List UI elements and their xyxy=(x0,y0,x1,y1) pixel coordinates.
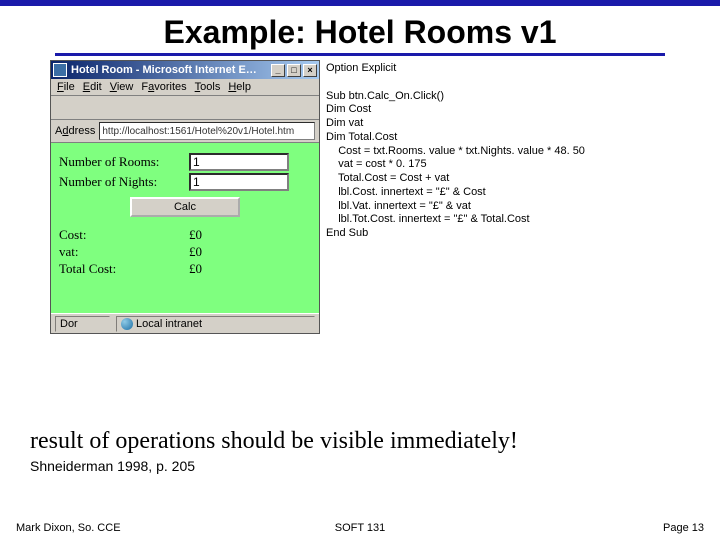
browser-toolbar xyxy=(51,96,319,120)
status-right-text: Local intranet xyxy=(136,318,202,330)
slide-top-bar xyxy=(0,0,720,6)
footer-center: SOFT 131 xyxy=(335,522,386,534)
code-line: lbl.Vat. innertext = "£" & vat xyxy=(326,200,471,212)
footer-right: Page 13 xyxy=(663,522,704,534)
calc-button[interactable]: Calc xyxy=(130,197,240,217)
code-line: Dim vat xyxy=(326,117,363,129)
menu-edit[interactable]: Edit xyxy=(83,81,102,93)
rooms-input[interactable] xyxy=(189,153,289,171)
rooms-row: Number of Rooms: xyxy=(59,153,311,171)
browser-addressbar: Address http://localhost:1561/Hotel%20v1… xyxy=(51,120,319,143)
address-url: http://localhost:1561/Hotel%20v1/Hotel.h… xyxy=(102,126,294,137)
citation-text: Shneiderman 1998, p. 205 xyxy=(30,458,195,474)
menu-favorites[interactable]: Favorites xyxy=(141,81,186,93)
calc-row: Calc xyxy=(59,197,311,217)
menu-file[interactable]: File xyxy=(57,81,75,93)
address-input[interactable]: http://localhost:1561/Hotel%20v1/Hotel.h… xyxy=(99,122,315,140)
cost-row: Cost: £0 xyxy=(59,227,311,243)
maximize-button[interactable]: □ xyxy=(287,64,301,77)
nights-row: Number of Nights: xyxy=(59,173,311,191)
address-label: Address xyxy=(55,125,95,137)
toolbar-stop-button[interactable] xyxy=(103,98,123,118)
minimize-button[interactable]: _ xyxy=(271,64,285,77)
code-line: vat = cost * 0. 175 xyxy=(326,158,427,170)
nights-input[interactable] xyxy=(189,173,289,191)
close-button[interactable]: × xyxy=(303,64,317,77)
code-line: Dim Cost xyxy=(326,103,371,115)
total-row: Total Cost: £0 xyxy=(59,261,311,277)
code-line: Dim Total.Cost xyxy=(326,131,397,143)
browser-statusbar: Dor Local intranet xyxy=(51,313,319,333)
cost-label: Cost: xyxy=(59,227,189,243)
status-left-cell: Dor xyxy=(55,316,110,332)
slide-footer: Mark Dixon, So. CCE SOFT 131 Page 13 xyxy=(0,522,720,534)
status-left-text: Dor xyxy=(60,318,78,330)
menu-tools[interactable]: Tools xyxy=(195,81,221,93)
browser-viewport: Number of Rooms: Number of Nights: Calc … xyxy=(51,143,319,313)
title-underline xyxy=(55,53,665,56)
vat-value: £0 xyxy=(189,244,202,260)
vat-label: vat: xyxy=(59,244,189,260)
total-value: £0 xyxy=(189,261,202,277)
cost-value: £0 xyxy=(189,227,202,243)
code-listing: Option Explicit Sub btn.Calc_On.Click() … xyxy=(320,60,585,241)
toolbar-forward-button[interactable] xyxy=(79,98,99,118)
toolbar-refresh-button[interactable] xyxy=(127,98,147,118)
rooms-label: Number of Rooms: xyxy=(59,154,189,170)
intranet-icon xyxy=(121,318,133,330)
window-title-text: Hotel Room - Microsoft Internet E… xyxy=(71,64,257,76)
menu-help[interactable]: Help xyxy=(228,81,251,93)
toolbar-back-button[interactable] xyxy=(55,98,75,118)
browser-titlebar: Hotel Room - Microsoft Internet E… _ □ × xyxy=(51,61,319,79)
browser-window: Hotel Room - Microsoft Internet E… _ □ ×… xyxy=(50,60,320,334)
code-line: lbl.Cost. innertext = "£" & Cost xyxy=(326,186,486,198)
code-line: lbl.Tot.Cost. innertext = "£" & Total.Co… xyxy=(326,213,530,225)
browser-menubar: File Edit View Favorites Tools Help xyxy=(51,79,319,96)
conclusion-text: result of operations should be visible i… xyxy=(30,428,518,455)
vat-row: vat: £0 xyxy=(59,244,311,260)
code-line: Total.Cost = Cost + vat xyxy=(326,172,449,184)
code-line: Option Explicit xyxy=(326,62,396,74)
nights-label: Number of Nights: xyxy=(59,174,189,190)
menu-view[interactable]: View xyxy=(110,81,134,93)
status-right-cell: Local intranet xyxy=(116,316,315,332)
code-line: End Sub xyxy=(326,227,368,239)
toolbar-home-button[interactable] xyxy=(151,98,171,118)
code-line: Sub btn.Calc_On.Click() xyxy=(326,90,444,102)
footer-left: Mark Dixon, So. CCE xyxy=(16,522,121,534)
total-label: Total Cost: xyxy=(59,261,189,277)
code-line: Cost = txt.Rooms. value * txt.Nights. va… xyxy=(326,145,585,157)
content-row: Hotel Room - Microsoft Internet E… _ □ ×… xyxy=(0,60,720,334)
ie-icon xyxy=(53,63,67,77)
slide-title: Example: Hotel Rooms v1 xyxy=(0,14,720,51)
